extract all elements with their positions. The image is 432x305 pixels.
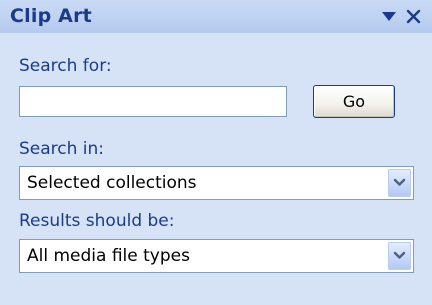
clip-art-task-pane: Clip Art Search for: Go Search in: Selec… <box>0 0 432 305</box>
search-in-dropdown-button[interactable] <box>388 169 411 197</box>
close-icon[interactable] <box>403 5 425 27</box>
search-for-label: Search for: <box>19 56 112 76</box>
go-button[interactable]: Go <box>313 85 395 118</box>
results-should-be-label: Results should be: <box>19 211 175 231</box>
results-type-dropdown[interactable]: All media file types <box>19 239 414 273</box>
task-pane-title: Clip Art <box>10 5 92 27</box>
search-in-label: Search in: <box>19 139 105 159</box>
search-in-selected-value: Selected collections <box>27 173 197 193</box>
chevron-down-icon <box>393 178 406 186</box>
results-type-selected-value: All media file types <box>27 246 190 266</box>
task-pane-menu-triangle-down-icon[interactable] <box>382 12 396 21</box>
search-in-dropdown[interactable]: Selected collections <box>19 166 414 200</box>
results-type-dropdown-button[interactable] <box>388 242 411 270</box>
close-icon-glyph <box>406 9 421 24</box>
chevron-down-icon <box>393 251 406 259</box>
task-pane-title-bar: Clip Art <box>0 0 432 33</box>
search-input[interactable] <box>19 86 287 117</box>
